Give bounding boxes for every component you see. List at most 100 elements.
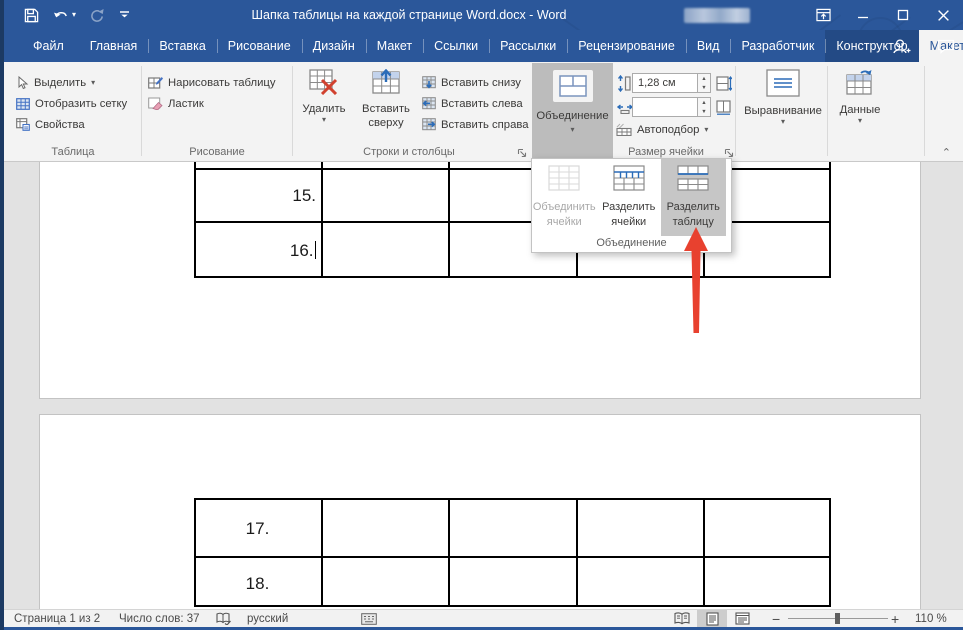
eraser-button[interactable]: Ластик — [148, 95, 204, 112]
column-width-input[interactable] — [632, 97, 698, 117]
tab-view[interactable]: Вид — [686, 30, 731, 62]
tab-insert[interactable]: Вставка — [148, 30, 216, 62]
tab-draw[interactable]: Рисование — [217, 30, 302, 62]
tab-review[interactable]: Рецензирование — [567, 30, 686, 62]
alignment-button[interactable]: Выравнивание ▾ — [740, 64, 826, 158]
share-person-icon[interactable] — [892, 38, 911, 55]
word-window: ▾ Шапка таблицы на каждой странице Word.… — [0, 0, 963, 630]
select-cursor-icon — [16, 76, 29, 90]
group-separator — [827, 66, 828, 156]
autofit-icon — [616, 123, 632, 136]
autofit-label: Автоподбор — [637, 124, 699, 136]
split-cells-menu-icon — [612, 164, 646, 192]
insert-left-label: Вставить слева — [441, 98, 523, 110]
redo-button[interactable] — [90, 8, 105, 23]
insert-below-button[interactable]: Вставить снизу — [422, 74, 521, 91]
autofit-button[interactable]: Автоподбор ▾ — [616, 121, 708, 138]
zoom-slider-thumb[interactable] — [835, 613, 840, 624]
spin-down-icon[interactable]: ▼ — [698, 83, 710, 92]
group-label-drawing: Рисование — [144, 146, 290, 160]
dropdown-arrow-icon: ▾ — [532, 126, 613, 134]
maximize-icon — [897, 9, 909, 21]
spin-up-icon[interactable]: ▲ — [698, 98, 710, 107]
print-layout-button[interactable] — [697, 610, 727, 627]
keyboard-indicator[interactable] — [361, 610, 377, 627]
table-cell-18[interactable]: 18. — [194, 574, 321, 594]
tab-design[interactable]: Дизайн — [302, 30, 366, 62]
ribbon-display-options-button[interactable] — [803, 0, 843, 30]
properties-button[interactable]: Свойства — [16, 116, 85, 133]
save-button[interactable] — [24, 8, 39, 23]
table-page-2[interactable]: 17. 18. — [194, 498, 831, 607]
view-gridlines-button[interactable]: Отобразить сетку — [16, 95, 127, 112]
customize-qat-button[interactable] — [119, 9, 130, 21]
insert-right-button[interactable]: Вставить справа — [422, 116, 529, 133]
merge-group-button[interactable]: Объединение ▾ — [532, 63, 613, 159]
minimize-button[interactable] — [843, 0, 883, 30]
tab-mailings[interactable]: Рассылки — [489, 30, 567, 62]
insert-above-button[interactable]: Вставить сверху — [355, 64, 417, 158]
tab-layout[interactable]: Макет — [366, 30, 423, 62]
select-button[interactable]: Выделить ▾ — [16, 74, 95, 91]
group-separator — [292, 66, 293, 156]
menu-item-label: ячейки — [532, 215, 597, 229]
eraser-icon — [148, 97, 163, 110]
proofing-status[interactable] — [216, 610, 231, 627]
tab-file[interactable]: Файл — [18, 30, 79, 62]
language-indicator[interactable]: русский — [247, 610, 288, 627]
dialog-launcher-icon[interactable] — [724, 148, 734, 158]
menu-item-split-cells[interactable]: Разделить ячейки — [597, 159, 662, 236]
close-button[interactable] — [923, 0, 963, 30]
print-layout-icon — [706, 612, 719, 626]
distribute-columns-icon[interactable] — [716, 100, 732, 115]
tab-home[interactable]: Главная — [79, 30, 149, 62]
insert-above-icon — [371, 69, 401, 95]
web-layout-button[interactable] — [727, 610, 757, 627]
word-count[interactable]: Число слов: 37 — [119, 610, 200, 627]
menu-item-split-table[interactable]: Разделить таблицу — [661, 159, 726, 236]
tab-references[interactable]: Ссылки — [423, 30, 489, 62]
read-mode-button[interactable] — [667, 610, 697, 627]
table-cell-16[interactable]: 16. — [194, 241, 316, 261]
annotation-arrow-icon — [681, 227, 711, 335]
dropdown-arrow-icon: ▾ — [704, 126, 708, 134]
zoom-out-button[interactable]: − — [772, 610, 780, 627]
dropdown-arrow-icon: ▾ — [297, 116, 351, 124]
dropdown-arrow-icon: ▾ — [740, 118, 826, 126]
view-buttons — [667, 610, 757, 627]
row-height-input[interactable]: 1,28 см — [632, 73, 698, 93]
column-width-stepper[interactable]: ▲▼ — [698, 97, 711, 117]
insert-right-icon — [422, 118, 436, 131]
delete-button[interactable]: Удалить ▾ — [297, 64, 351, 158]
insert-above-label-1: Вставить — [355, 102, 417, 116]
data-button[interactable]: Данные ▾ — [830, 64, 890, 158]
draw-table-button[interactable]: Нарисовать таблицу — [148, 74, 276, 91]
spin-down-icon[interactable]: ▼ — [698, 107, 710, 116]
split-table-menu-icon — [676, 164, 710, 192]
table-page-1[interactable]: 15. 16. — [194, 162, 831, 278]
zoom-level[interactable]: 110 % — [915, 610, 947, 627]
close-icon — [937, 9, 950, 22]
tab-developer[interactable]: Разработчик — [730, 30, 825, 62]
group-separator — [735, 66, 736, 156]
table-cell-17[interactable]: 17. — [194, 519, 321, 539]
menu-item-label: ячейки — [597, 215, 662, 229]
feedback-comment-icon[interactable] — [937, 39, 955, 54]
zoom-in-button[interactable]: + — [891, 610, 899, 627]
table-cell-15[interactable]: 15. — [194, 186, 316, 206]
properties-label: Свойства — [35, 119, 85, 131]
dialog-launcher-icon[interactable] — [517, 148, 527, 158]
maximize-button[interactable] — [883, 0, 923, 30]
group-separator — [141, 66, 142, 156]
collapse-ribbon-icon[interactable]: ⌃ — [942, 146, 951, 159]
insert-left-button[interactable]: Вставить слева — [422, 95, 523, 112]
page-indicator[interactable]: Страница 1 из 2 — [14, 610, 100, 627]
window-controls — [803, 0, 963, 30]
document-area[interactable]: 15. 16. 17. 18. — [4, 162, 963, 609]
row-height-stepper[interactable]: ▲▼ — [698, 73, 711, 93]
merge-icon-box — [553, 70, 593, 102]
distribute-rows-icon[interactable] — [716, 76, 732, 91]
undo-button[interactable]: ▾ — [53, 8, 76, 23]
spin-up-icon[interactable]: ▲ — [698, 74, 710, 83]
draw-table-icon — [148, 76, 163, 90]
